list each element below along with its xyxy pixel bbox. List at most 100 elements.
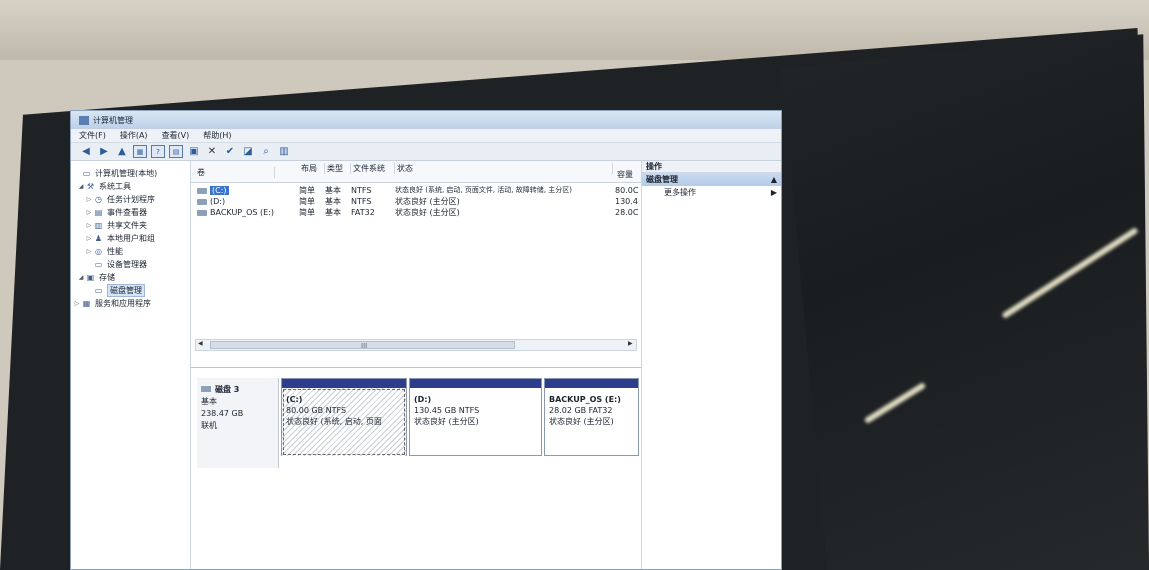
tree-item-task-scheduler[interactable]: ▷ ◷ 任务计划程序 [71,193,190,206]
column-layout[interactable]: 布局 [299,163,325,174]
collapsed-triangle-icon[interactable]: ▷ [85,222,93,229]
partition-size: 28.02 GB FAT32 [549,406,613,415]
partition-bar [545,379,638,388]
tree-item-local-users[interactable]: ▷ ♟ 本地用户和组 [71,232,190,245]
disk-type: 基本 [201,397,217,406]
scroll-left-icon[interactable]: ◀ [198,340,203,347]
menu-help[interactable]: 帮助(H) [203,130,231,141]
disk-name: 磁盘 3 [215,385,240,394]
volume-list-header: 卷 布局 类型 文件系统 状态 容量 [191,161,641,183]
disk-management-pane: 卷 布局 类型 文件系统 状态 容量 (C:) 简单 基本 NTFS 状态良好 … [191,161,641,569]
column-volume[interactable]: 卷 [195,167,275,178]
performance-icon: ◎ [95,247,102,256]
menu-file[interactable]: 文件(F) [79,130,106,141]
partition-e[interactable]: BACKUP_OS (E:) 28.02 GB FAT32 状态良好 (主分区) [544,378,639,456]
menu-bar: 文件(F) 操作(A) 查看(V) 帮助(H) [71,129,781,143]
partition-d[interactable]: (D:) 130.45 GB NTFS 状态良好 (主分区) [409,378,542,456]
computer-management-icon [79,115,89,125]
menu-view[interactable]: 查看(V) [162,130,190,141]
actions-disk-management[interactable]: 磁盘管理 ▲ [642,173,781,186]
event-icon: ▤ [94,208,103,217]
tree-item-disk-management[interactable]: ▭ 磁盘管理 [71,284,190,297]
view-icon[interactable]: ▤ [169,145,183,158]
disk-icon [201,386,211,392]
tools-icon: ⚒ [86,182,95,191]
partition-bar [282,379,406,388]
column-status[interactable]: 状态 [395,163,613,174]
horizontal-scrollbar[interactable]: ◀ III ▶ [195,339,637,351]
partition-status: 状态良好 (主分区) [549,417,614,426]
partition-c[interactable]: (C:) 80.00 GB NTFS 状态良好 (系统, 启动, 页面 [281,378,407,456]
console-tree-icon[interactable]: ▦ [133,145,147,158]
menu-action[interactable]: 操作(A) [120,130,148,141]
clock-icon: ◷ [95,195,102,204]
submenu-arrow-icon: ▶ [770,188,777,197]
actions-header: 操作 [642,161,781,173]
partition-name: (C:) [286,395,303,404]
computer-icon: ▭ [82,169,91,178]
tree-item-system-tools[interactable]: ◢ ⚒ 系统工具 [71,180,190,193]
window-title: 计算机管理 [93,115,133,125]
actions-more[interactable]: 更多操作 ▶ [642,186,781,200]
back-arrow-icon[interactable]: ◀ [79,145,93,158]
column-filesystem[interactable]: 文件系统 [351,163,395,174]
column-capacity[interactable]: 容量 [615,169,641,180]
partition-bar [410,379,541,388]
device-icon: ▭ [94,260,103,269]
computer-management-window: 计算机管理 文件(F) 操作(A) 查看(V) 帮助(H) ◀ ▶ ▲ ▦ ? … [70,110,782,570]
scrollbar-thumb[interactable]: III [210,341,515,350]
collapsed-triangle-icon[interactable]: ▷ [73,300,81,307]
volume-row[interactable]: BACKUP_OS (E:) 简单 基本 FAT32 状态良好 (主分区) 28… [191,207,641,218]
properties-icon[interactable]: ▣ [187,145,201,158]
collapsed-triangle-icon[interactable]: ▷ [85,196,93,203]
collapsed-triangle-icon[interactable]: ▷ [85,235,93,242]
actions-pane: 操作 磁盘管理 ▲ 更多操作 ▶ [641,161,781,569]
disk-icon [197,198,207,205]
forward-arrow-icon[interactable]: ▶ [97,145,111,158]
help-icon[interactable]: ? [151,145,165,158]
expanded-triangle-icon[interactable]: ◢ [77,183,85,190]
volume-row[interactable]: (D:) 简单 基本 NTFS 状态良好 (主分区) 130.4 [191,196,641,207]
title-bar[interactable]: 计算机管理 [71,111,781,129]
tree-item-performance[interactable]: ▷ ◎ 性能 [71,245,190,258]
disk-icon [197,209,207,216]
collapsed-triangle-icon[interactable]: ▷ [85,248,93,255]
refresh-icon[interactable]: ▥ [277,145,291,158]
disk-state: 联机 [201,421,217,430]
check-icon[interactable]: ✔ [223,145,237,158]
expanded-triangle-icon[interactable]: ◢ [77,274,85,281]
storage-icon: ▣ [86,273,95,282]
tree-item-services-apps[interactable]: ▷ ▦ 服务和应用程序 [71,297,190,310]
disk-graphical-view: 磁盘 3 基本 238.47 GB 联机 (C:) 80.00 GB NTFS … [191,367,641,569]
navigation-tree: ▭ 计算机管理(本地) ◢ ⚒ 系统工具 ▷ ◷ 任务计划程序 ▷ ▤ 事件查看… [71,161,191,569]
users-icon: ♟ [94,234,103,243]
column-type[interactable]: 类型 [325,163,351,174]
delete-icon[interactable]: ✕ [205,145,219,158]
partition-size: 80.00 GB NTFS [286,406,347,415]
tree-item-shared-folders[interactable]: ▷ ▥ 共享文件夹 [71,219,190,232]
disk-icon: ▭ [94,286,103,295]
content-area: ▭ 计算机管理(本地) ◢ ⚒ 系统工具 ▷ ◷ 任务计划程序 ▷ ▤ 事件查看… [71,161,781,569]
partition-size: 130.45 GB NTFS [414,406,480,415]
tree-item-computer-management[interactable]: ▭ 计算机管理(本地) [71,167,190,180]
disk-size: 238.47 GB [201,409,244,418]
partition-name: BACKUP_OS (E:) [549,395,621,404]
collapse-up-icon[interactable]: ▲ [771,173,777,186]
volume-list: 卷 布局 类型 文件系统 状态 容量 (C:) 简单 基本 NTFS 状态良好 … [191,161,641,361]
partition-status: 状态良好 (系统, 启动, 页面 [286,417,382,426]
search-icon[interactable]: ⌕ [259,145,273,158]
collapsed-triangle-icon[interactable]: ▷ [85,209,93,216]
open-icon[interactable]: ◪ [241,145,255,158]
tree-item-device-manager[interactable]: ▭ 设备管理器 [71,258,190,271]
disk-icon [197,187,207,194]
disk-3-label[interactable]: 磁盘 3 基本 238.47 GB 联机 [197,378,279,468]
folder-icon: ▥ [94,221,103,230]
services-icon: ▦ [82,299,91,308]
volume-row[interactable]: (C:) 简单 基本 NTFS 状态良好 (系统, 启动, 页面文件, 活动, … [191,185,641,196]
tree-item-storage[interactable]: ◢ ▣ 存储 [71,271,190,284]
scroll-right-icon[interactable]: ▶ [628,340,633,347]
partition-status: 状态良好 (主分区) [414,417,479,426]
up-folder-icon[interactable]: ▲ [115,145,129,158]
tree-item-event-viewer[interactable]: ▷ ▤ 事件查看器 [71,206,190,219]
scrollbar-grip: III [361,342,368,350]
